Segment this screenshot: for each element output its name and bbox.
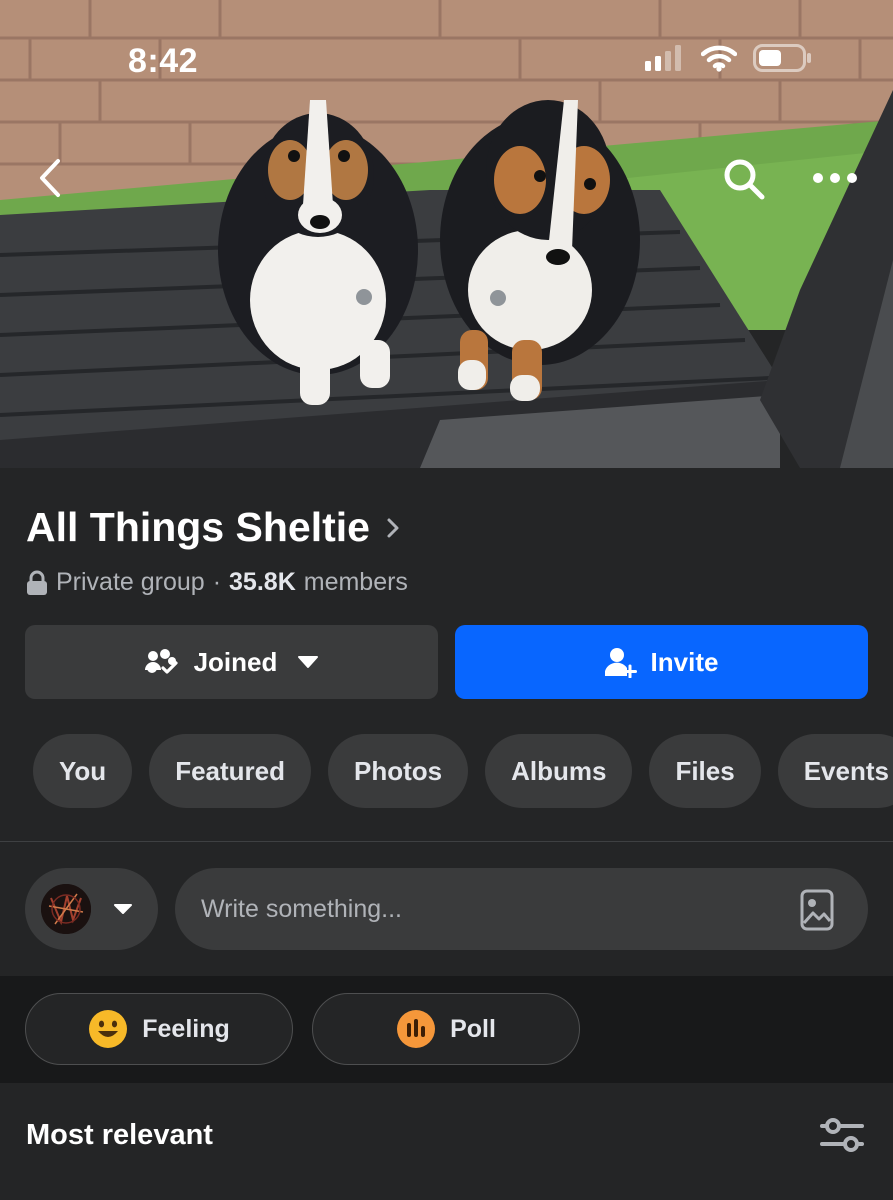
tab-albums[interactable]: Albums [485,734,633,808]
privacy-label: Private group [56,568,205,596]
smiley-icon [89,1010,128,1048]
invite-button[interactable]: Invite [455,625,868,699]
group-tabs: You Featured Photos Albums Files Events [33,734,893,808]
feeling-button[interactable]: Feeling [25,993,293,1065]
cover-photo: 8:42 [0,0,893,468]
joined-button[interactable]: Joined [25,625,438,699]
chevron-left-icon [40,159,60,197]
invite-label: Invite [650,646,719,677]
group-check-icon [144,649,178,674]
battery-icon [753,44,811,72]
composer-placeholder: Write something... [201,894,403,923]
group-header: All Things Sheltie Private group · 35.8K… [0,468,893,841]
post-as-selector[interactable] [25,868,158,950]
write-something-input[interactable]: Write something... [175,868,868,950]
meta-separator: · [212,568,222,596]
status-icons [645,44,813,72]
photo-icon[interactable] [800,889,834,931]
search-button[interactable] [720,155,768,203]
poll-button[interactable]: Poll [312,993,580,1065]
cellular-signal-icon [645,45,681,71]
more-horizontal-icon [813,173,857,183]
poll-label: Poll [450,1014,496,1043]
filter-button[interactable] [818,1115,866,1160]
group-title-link[interactable]: All Things Sheltie [26,504,400,551]
tab-featured[interactable]: Featured [149,734,311,808]
back-button[interactable] [30,156,70,200]
poll-icon [397,1010,436,1048]
tab-you[interactable]: You [33,734,133,808]
feeling-label: Feeling [142,1014,230,1043]
joined-label: Joined [193,646,278,677]
status-time: 8:42 [128,42,199,80]
caret-down-icon [298,656,319,668]
member-count[interactable]: 35.8K [229,568,296,597]
chevron-right-icon [387,518,399,537]
lock-icon [27,570,47,595]
sliders-icon [820,1118,864,1152]
caret-down-icon [114,904,132,914]
tab-files[interactable]: Files [649,734,761,808]
add-person-icon [604,648,637,678]
tab-photos[interactable]: Photos [328,734,469,808]
tab-events[interactable]: Events [777,734,893,808]
feed-sort-row: Most relevant [0,1083,893,1200]
avatar [41,884,91,934]
sort-label[interactable]: Most relevant [26,1119,213,1152]
group-meta: Private group · 35.8K members [26,568,408,597]
search-icon [724,159,765,200]
more-button[interactable] [808,160,862,196]
group-name: All Things Sheltie [26,504,370,550]
post-composer: Write something... [0,842,893,976]
quick-actions: Feeling Poll [0,976,893,1083]
wifi-icon [701,45,737,72]
member-label[interactable]: members [304,568,408,597]
